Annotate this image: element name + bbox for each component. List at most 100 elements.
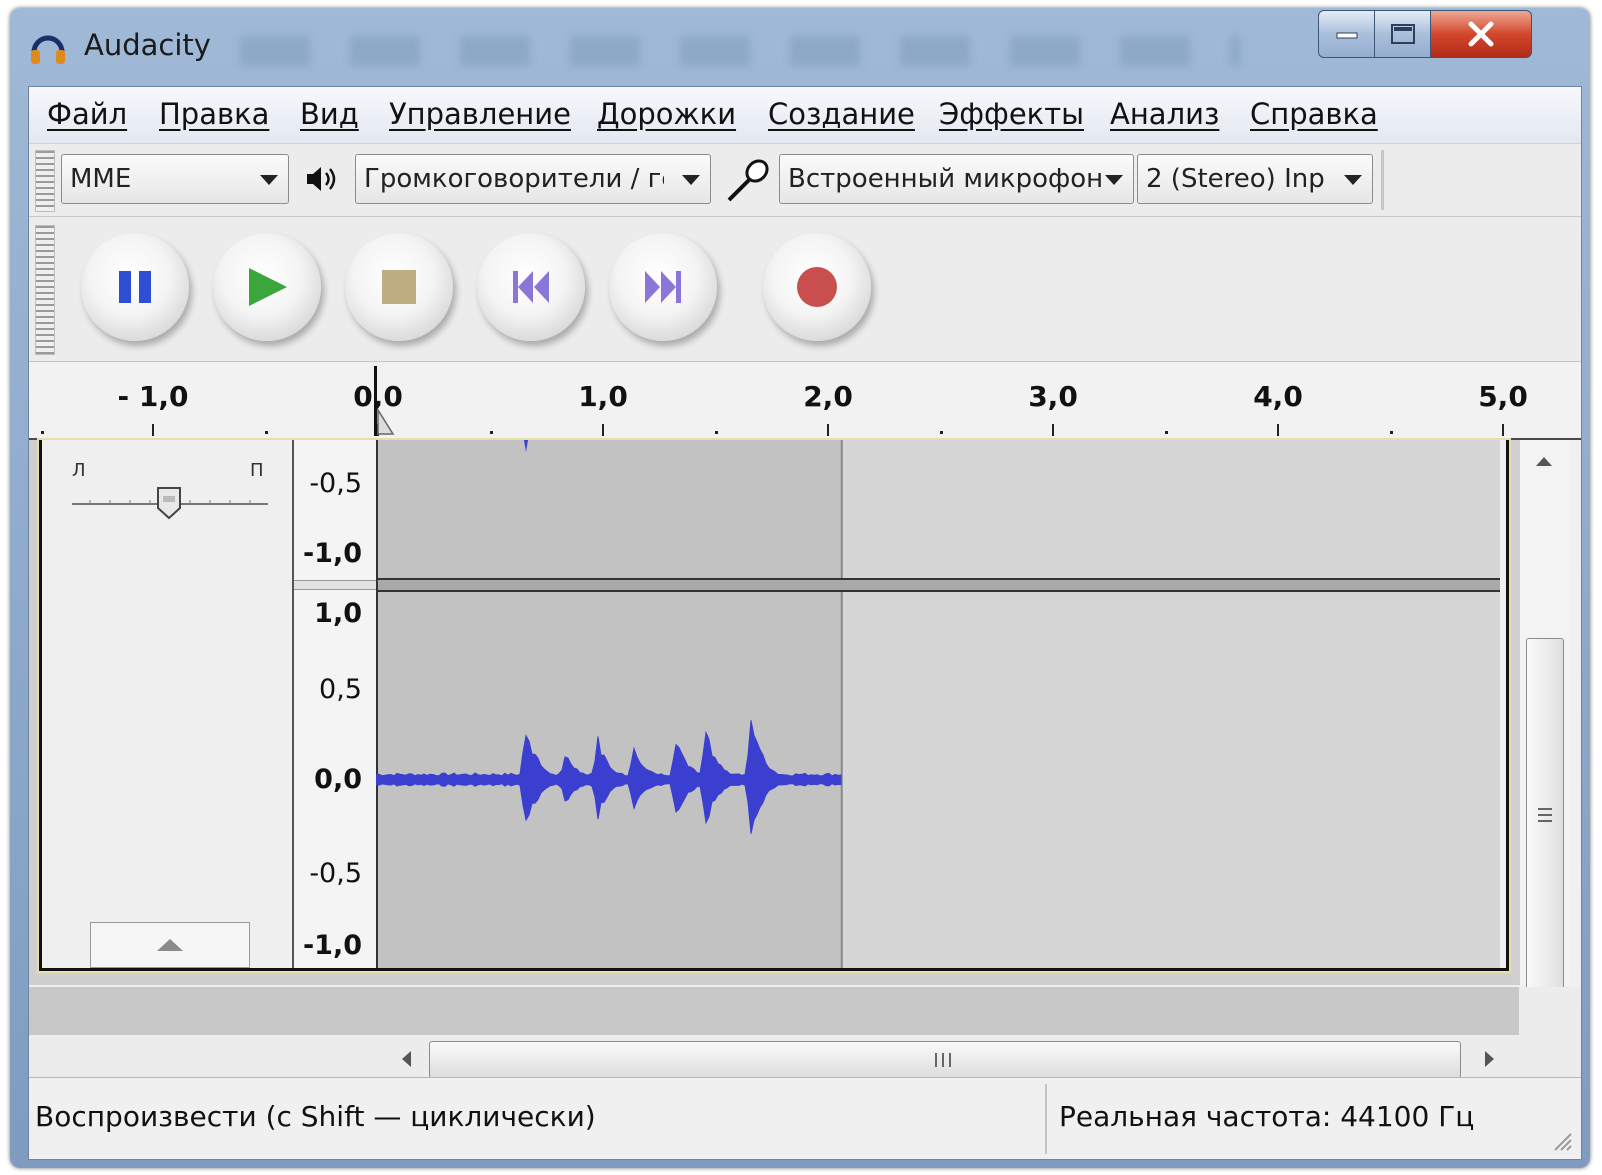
ruler-subtick xyxy=(490,431,493,434)
scale-label: -0,5 xyxy=(309,858,362,889)
audio-track: Л П -0,5 -1,0 1,0 0,5 0,0 -0,5 -1,0 xyxy=(39,440,1509,971)
collapse-track-button[interactable] xyxy=(90,922,250,968)
scroll-left-icon[interactable] xyxy=(399,1049,413,1069)
maximize-button[interactable] xyxy=(1374,10,1432,58)
client-area: Файл Правка Вид Управление Дорожки Созда… xyxy=(28,86,1582,1160)
track-control-panel: Л П xyxy=(42,440,294,968)
device-toolbar: MME Громкоговорители / гс Встроенный мик… xyxy=(29,144,1581,217)
record-button[interactable] xyxy=(763,233,871,341)
waveform-area[interactable] xyxy=(376,440,1500,968)
minimize-icon xyxy=(1336,32,1358,39)
pan-left-label: Л xyxy=(72,460,86,481)
ruler-label: - 1,0 xyxy=(117,380,189,413)
channel-separator xyxy=(294,580,376,590)
toolbar-divider xyxy=(1381,150,1384,210)
input-channels-value: 2 (Stereo) Inp xyxy=(1146,164,1325,194)
grip-lines-icon xyxy=(1538,808,1552,822)
tracks-area: Л П -0,5 -1,0 1,0 0,5 0,0 -0,5 -1,0 xyxy=(29,440,1519,985)
ruler-subtick xyxy=(1390,431,1393,434)
ruler-label: 5,0 xyxy=(1478,380,1528,413)
channel-divider xyxy=(376,578,1500,592)
ruler-subtick xyxy=(265,431,268,434)
output-device-select[interactable]: Громкоговорители / гс xyxy=(355,154,711,204)
stop-button[interactable] xyxy=(345,233,453,341)
scale-label: -1,0 xyxy=(302,538,362,569)
menu-analyze[interactable]: Анализ xyxy=(1110,97,1219,131)
vertical-scroll-thumb[interactable] xyxy=(1526,638,1564,990)
menu-tracks[interactable]: Дорожки xyxy=(597,97,736,131)
ruler-tick xyxy=(1052,424,1054,436)
close-icon xyxy=(1468,21,1494,47)
audio-host-select[interactable]: MME xyxy=(61,154,289,204)
scale-label: 0,0 xyxy=(314,764,362,795)
chevron-down-icon xyxy=(1344,175,1362,185)
scroll-up-icon[interactable] xyxy=(1534,454,1554,468)
menu-view[interactable]: Вид xyxy=(300,97,359,131)
ruler-subtick xyxy=(41,431,44,434)
pan-slider[interactable] xyxy=(70,482,270,522)
playhead-marker-icon xyxy=(377,408,395,435)
background-window-ghost xyxy=(240,36,1240,66)
status-sample-rate: Реальная частота: 44100 Гц xyxy=(1059,1100,1475,1133)
play-icon xyxy=(249,268,287,306)
transport-toolbar-grip[interactable] xyxy=(35,225,55,355)
input-device-value: Встроенный микрофон xyxy=(788,164,1104,194)
play-button[interactable] xyxy=(213,233,321,341)
track-empty-space xyxy=(29,987,1519,1035)
record-icon xyxy=(797,267,837,307)
maximize-icon xyxy=(1391,24,1415,44)
timeline-ruler[interactable]: - 1,0 0,0 1,0 2,0 3,0 4,0 5,0 xyxy=(29,362,1581,440)
skip-to-start-button[interactable] xyxy=(477,233,585,341)
menu-generate[interactable]: Создание xyxy=(768,97,915,131)
chevron-down-icon xyxy=(1105,175,1123,185)
menu-help[interactable]: Справка xyxy=(1250,97,1378,131)
input-channels-select[interactable]: 2 (Stereo) Inp xyxy=(1137,154,1373,204)
ruler-label: 4,0 xyxy=(1253,380,1303,413)
skip-to-start-icon xyxy=(513,271,549,303)
vertical-scale[interactable]: -0,5 -1,0 1,0 0,5 0,0 -0,5 -1,0 xyxy=(294,440,377,968)
chevron-down-icon xyxy=(682,175,700,185)
ruler-tick xyxy=(1502,424,1504,436)
ruler-tick xyxy=(827,424,829,436)
device-toolbar-grip[interactable] xyxy=(35,150,55,212)
audio-host-value: MME xyxy=(70,164,132,194)
skip-to-end-button[interactable] xyxy=(609,233,717,341)
ruler-label: 2,0 xyxy=(803,380,853,413)
status-divider xyxy=(1045,1084,1047,1154)
horizontal-scroll-thumb[interactable] xyxy=(429,1041,1461,1079)
menu-bar: Файл Правка Вид Управление Дорожки Созда… xyxy=(29,87,1581,144)
ruler-subtick xyxy=(715,431,718,434)
grip-lines-icon xyxy=(935,1053,951,1067)
audio-clip[interactable] xyxy=(376,440,842,968)
ruler-subtick xyxy=(1165,431,1168,434)
minimize-button[interactable] xyxy=(1318,10,1376,58)
transport-toolbar xyxy=(29,217,1581,362)
resize-grip-icon[interactable] xyxy=(1549,1128,1573,1152)
ruler-tick xyxy=(152,424,154,436)
ruler-label: 1,0 xyxy=(578,380,628,413)
menu-edit[interactable]: Правка xyxy=(159,97,269,131)
scroll-right-icon[interactable] xyxy=(1483,1049,1497,1069)
horizontal-scrollbar-area xyxy=(29,987,1581,1079)
vertical-scrollbar[interactable] xyxy=(1519,440,1570,1013)
pause-icon xyxy=(119,271,151,303)
ruler-tick xyxy=(1277,424,1279,436)
ruler-label: 3,0 xyxy=(1028,380,1078,413)
window-title: Audacity xyxy=(84,28,211,62)
close-button[interactable] xyxy=(1430,10,1532,58)
status-bar: Воспроизвести (с Shift — циклически) Реа… xyxy=(29,1077,1581,1159)
scale-label: -1,0 xyxy=(302,930,362,961)
pan-right-label: П xyxy=(250,460,264,481)
title-bar[interactable]: Audacity xyxy=(10,8,1590,86)
output-device-value: Громкоговорители / гс xyxy=(364,164,664,194)
pause-button[interactable] xyxy=(81,233,189,341)
menu-file[interactable]: Файл xyxy=(47,97,127,131)
audacity-headphones-icon xyxy=(31,35,65,64)
stop-icon xyxy=(382,270,416,304)
input-device-select[interactable]: Встроенный микрофон xyxy=(779,154,1134,204)
scale-label: -0,5 xyxy=(309,468,362,499)
menu-transport[interactable]: Управление xyxy=(389,97,571,131)
menu-effects[interactable]: Эффекты xyxy=(939,97,1084,131)
skip-to-end-icon xyxy=(645,271,681,303)
ruler-tick xyxy=(602,424,604,436)
